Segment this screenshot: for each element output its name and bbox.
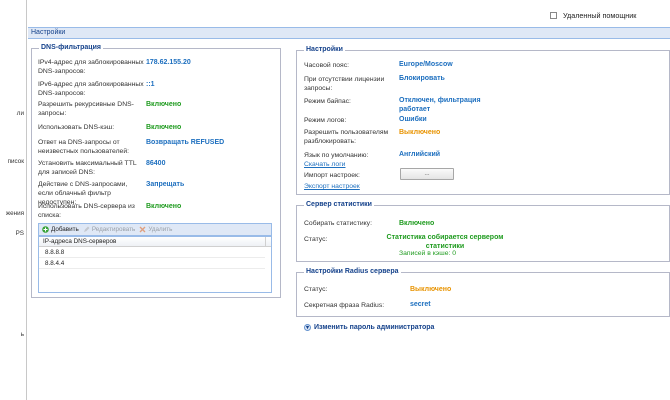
ipv4-label: IPv4-адрес для заблокированных DNS-запро… [38,59,144,75]
download-logs-link[interactable]: Скачать логи [304,161,345,168]
left-nav-item[interactable]: писок [8,158,24,165]
delete-server-button[interactable]: Удалить [139,226,172,233]
collect-stats-label: Собирать статистику: [304,220,372,227]
ttl-label: Установить максимальный TTL для записей … [38,160,137,176]
left-nav-item[interactable]: ли [17,110,24,117]
left-nav-item[interactable]: ь [21,331,24,338]
export-settings-link[interactable]: Экспорт настроек [304,183,360,190]
timezone-label: Часовой пояс: [304,62,349,69]
cache-records: Записей в кэше: 0 [399,250,457,257]
unblock-label: Разрешить пользователям разблокировать: [304,129,389,145]
panel-title: Настройки [31,29,66,36]
dns-cache-label: Использовать DNS-кэш: [38,124,115,131]
pencil-icon [83,226,90,232]
dns-filtering-legend: DNS-фильтрация [39,44,103,51]
add-icon [42,226,49,233]
change-admin-password-toggle[interactable]: ▾ Изменить пароль администратора [304,324,434,331]
remote-assistant[interactable]: Удаленный помощник [550,11,636,20]
edit-server-label: Редактировать [91,226,136,233]
settings-legend: Настройки [304,46,345,53]
collect-stats-value[interactable]: Включено [399,219,434,228]
unknown-users-label: Ответ на DNS-запросы от неизвестных поль… [38,139,130,155]
use-servers-value[interactable]: Включено [146,202,181,211]
bypass-value[interactable]: Отключен, фильтрация работает [399,96,495,114]
server-ip: 8.8.4.4 [45,260,65,267]
log-mode-value[interactable]: Ошибки [399,115,427,124]
unknown-users-value[interactable]: Возвращать REFUSED [146,138,224,147]
recursive-value[interactable]: Включено [146,100,181,109]
timezone-value[interactable]: Europe/Moscow [399,60,453,69]
radius-status-label: Статус: [304,286,328,293]
grid-column-separator [265,237,266,247]
radius-fieldset: Настройки Radius сервера [296,268,670,317]
remote-assistant-checkbox[interactable] [550,12,557,19]
ipv6-value[interactable]: ::1 [146,80,155,89]
stats-status-label: Статус: [304,236,328,243]
expand-icon: ▾ [304,324,311,331]
import-label: Импорт настроек: [304,172,360,179]
dns-servers-grid: IP-адреса DNS-серверов 8.8.8.8 8.8.4.4 [38,236,272,293]
language-value[interactable]: Английский [399,150,440,159]
language-label: Язык по умолчанию: [304,152,369,159]
radius-secret-value[interactable]: secret [410,300,431,309]
grid-column-header[interactable]: IP-адреса DNS-серверов [39,237,271,247]
edit-server-button[interactable]: Редактировать [83,226,136,233]
table-row[interactable]: 8.8.8.8 [39,247,265,258]
left-nav-item[interactable]: жения [6,210,24,217]
ipv4-value[interactable]: 178.62.155.20 [146,58,191,67]
add-server-label: Добавить [51,226,79,233]
ttl-value[interactable]: 86400 [146,159,165,168]
delete-server-label: Удалить [148,226,173,233]
bypass-label: Режим байпас: [304,98,351,105]
stats-legend: Сервер статистики [304,201,374,208]
dns-servers-toolbar: Добавить Редактировать Удалить [38,223,272,236]
no-license-label: При отсутствии лицензии запросы: [304,76,385,92]
dns-cache-value[interactable]: Включено [146,123,181,132]
radius-secret-label: Секретная фраза Radius: [304,302,385,309]
radius-legend: Настройки Radius сервера [304,268,401,275]
change-admin-password-label: Изменить пароль администратора [314,324,435,331]
table-row[interactable]: 8.8.4.4 [39,258,265,269]
radius-status-value[interactable]: Выключено [410,285,451,294]
no-license-value[interactable]: Блокировать [399,74,445,83]
log-mode-label: Режим логов: [304,117,347,124]
grid-column-header-label: IP-адреса DNS-серверов [43,238,117,245]
unblock-value[interactable]: Выключено [399,128,440,137]
import-file-button[interactable]: ... [400,168,454,180]
recursive-label: Разрешить рекурсивные DNS-запросы: [38,101,134,117]
left-nav: ли писок жения PS ь [0,0,27,400]
remote-assistant-label: Удаленный помощник [563,11,637,20]
ipv6-label: IPv6-адрес для заблокированных DNS-запро… [38,81,144,97]
use-servers-label: Использовать DNS-сервера из списка: [38,203,135,219]
cloud-filter-value[interactable]: Запрещать [146,180,184,189]
server-ip: 8.8.8.8 [45,249,65,256]
left-nav-item[interactable]: PS [16,230,24,237]
panel-header: Настройки [28,27,670,39]
delete-icon [139,226,146,233]
add-server-button[interactable]: Добавить [42,226,79,233]
